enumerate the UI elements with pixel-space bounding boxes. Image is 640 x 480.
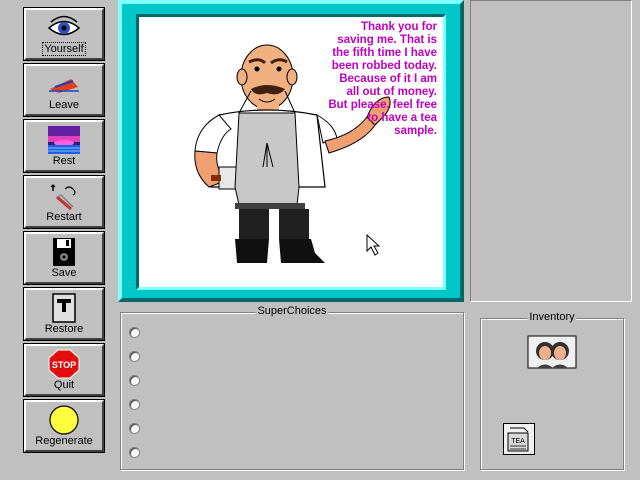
yellow-circle-icon [49,405,79,435]
speech-text: Thank you for saving me. That is the fif… [328,21,437,137]
superchoices-title: SuperChoices [255,305,329,317]
eye-icon [47,15,81,36]
leave-label: Leave [49,99,79,111]
restart-label: Restart [46,211,82,223]
choice-radio[interactable] [129,447,140,458]
scene-frame: Thank you for saving me. That is the fif… [118,0,464,302]
leave-icon [49,79,79,93]
restore-icon [52,293,76,323]
rest-button[interactable]: Rest [23,119,105,173]
stop-sign-text: STOP [52,360,76,370]
leave-button[interactable]: Leave [23,63,105,117]
restart-icon [50,184,76,211]
stop-sign-icon: STOP [48,349,80,379]
yourself-button[interactable]: Yourself [23,7,105,61]
yourself-label: Yourself [42,42,86,56]
quit-button[interactable]: STOP Quit [23,343,105,397]
save-label: Save [51,267,77,279]
tea-box-icon: TEA [507,427,529,452]
restore-button[interactable]: Restore [23,287,105,341]
choice-radio[interactable] [129,423,140,434]
regenerate-button[interactable]: Regenerate [23,399,105,453]
save-button[interactable]: Save [23,231,105,285]
restore-label: Restore [44,323,84,335]
regenerate-label: Regenerate [35,435,93,447]
inventory-group: Inventory TEA [480,311,624,470]
sunset-icon [48,126,80,154]
inventory-item-tea[interactable]: TEA [503,423,535,455]
choice-radio[interactable] [129,375,140,386]
superchoices-group: SuperChoices [120,305,464,470]
restart-button[interactable]: Restart [23,175,105,229]
couple-photo-icon [527,335,577,369]
scene-view[interactable]: Thank you for saving me. That is the fif… [136,14,446,290]
choice-radio[interactable] [129,327,140,338]
choice-radio[interactable] [129,399,140,410]
quit-label: Quit [53,379,75,391]
side-panel [470,0,632,302]
tea-label: TEA [511,438,525,445]
inventory-title: Inventory [527,311,577,323]
choice-radio[interactable] [129,351,140,362]
rest-label: Rest [52,155,76,167]
inventory-item-photo[interactable] [527,335,577,369]
floppy-disk-icon [53,238,75,266]
